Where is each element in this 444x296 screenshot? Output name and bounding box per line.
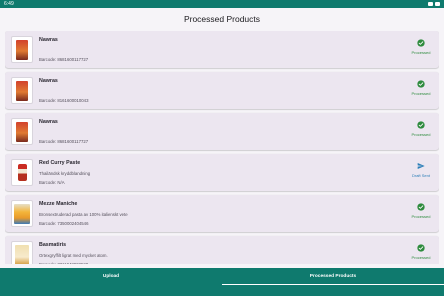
status-icons [428, 2, 440, 6]
status-label: Processed [411, 255, 431, 260]
check-circle-icon [417, 121, 425, 129]
tab-processed-products[interactable]: Processed Products [222, 268, 444, 285]
product-list[interactable]: Nawras Barcode: 8681600117727 Processed Naw… [5, 31, 439, 264]
wifi-icon [428, 2, 433, 6]
product-thumbnail [11, 77, 33, 104]
product-name: Nawras [39, 119, 58, 125]
product-barcode: Barcode: N/A [39, 180, 65, 185]
product-barcode: Barcode: 8681600117727 [39, 57, 89, 62]
product-name: Basmatiris [39, 242, 67, 248]
product-image [16, 80, 28, 101]
product-thumbnail [11, 200, 33, 227]
product-info: Nawras Barcode: 8681600117727 [39, 113, 379, 150]
product-info: Nawras Barcode: 8681600117727 [39, 31, 379, 68]
product-image [15, 244, 29, 264]
product-card[interactable]: Nawras Barcode: 8681600117727 Processed [5, 31, 439, 68]
page-title: Processed Products [183, 14, 261, 24]
product-image [16, 121, 28, 142]
product-description: Thailändsk kryddblandning [39, 171, 91, 176]
product-thumbnail [11, 241, 33, 264]
product-status: Processed [407, 80, 435, 102]
product-name: Nawras [39, 78, 58, 84]
status-label: Draft Sent [411, 173, 430, 178]
check-circle-icon [417, 244, 425, 252]
product-info: Nawras Barcode: 8161600010043 [39, 72, 379, 109]
product-status: Processed [407, 244, 435, 264]
product-card[interactable]: Nawras Barcode: 8161600010043 Processed [5, 72, 439, 109]
product-status: Draft Sent [407, 162, 435, 184]
product-card[interactable]: Basmatiris Ortexgryffilt ligrat med mycke… [5, 236, 439, 264]
product-image [14, 203, 30, 224]
product-thumbnail [11, 36, 33, 63]
send-icon [417, 162, 425, 170]
battery-icon [435, 2, 440, 6]
product-barcode: Barcode: 8161600010043 [39, 98, 89, 103]
bottom-nav: Upload Processed Products [0, 268, 444, 285]
check-circle-icon [417, 80, 425, 88]
system-gesture-bar [0, 285, 444, 296]
tab-upload[interactable]: Upload [0, 268, 222, 285]
status-label: Processed [411, 50, 431, 55]
product-thumbnail [11, 118, 33, 145]
product-status: Processed [407, 121, 435, 143]
product-image [17, 164, 27, 181]
product-info: Red Curry Paste Thailändsk kryddblandning… [39, 154, 379, 191]
status-label: Processed [411, 214, 431, 219]
status-bar: 6:49 [0, 0, 444, 8]
product-barcode: Barcode: 7311043002528 [39, 262, 88, 264]
product-description: Bronsextruderad pasta av 100% italienskt… [39, 212, 128, 217]
product-name: Red Curry Paste [39, 160, 81, 166]
check-circle-icon [417, 39, 425, 47]
product-card[interactable]: Mezze Maniche Bronsextruderad pasta av 10… [5, 195, 439, 232]
status-label: Processed [411, 132, 431, 137]
product-thumbnail [11, 159, 33, 186]
check-circle-icon [417, 203, 425, 211]
product-barcode: Barcode: 7350002404546 [39, 221, 89, 226]
product-info: Basmatiris Ortexgryffilt ligrat med mycke… [39, 236, 379, 264]
product-info: Mezze Maniche Bronsextruderad pasta av 10… [39, 195, 379, 232]
status-label: Processed [411, 91, 431, 96]
product-image [16, 39, 28, 60]
product-card[interactable]: Red Curry Paste Thailändsk kryddblandning… [5, 154, 439, 191]
product-status: Processed [407, 39, 435, 61]
product-name: Mezze Maniche [39, 201, 78, 207]
status-time: 6:49 [4, 1, 14, 7]
product-card[interactable]: Nawras Barcode: 8681600117727 Processed [5, 113, 439, 150]
product-name: Nawras [39, 37, 58, 43]
product-status: Processed [407, 203, 435, 225]
product-barcode: Barcode: 8681600117727 [39, 139, 89, 144]
product-description: Ortexgryffilt ligrat med mycket atom. [39, 253, 108, 258]
